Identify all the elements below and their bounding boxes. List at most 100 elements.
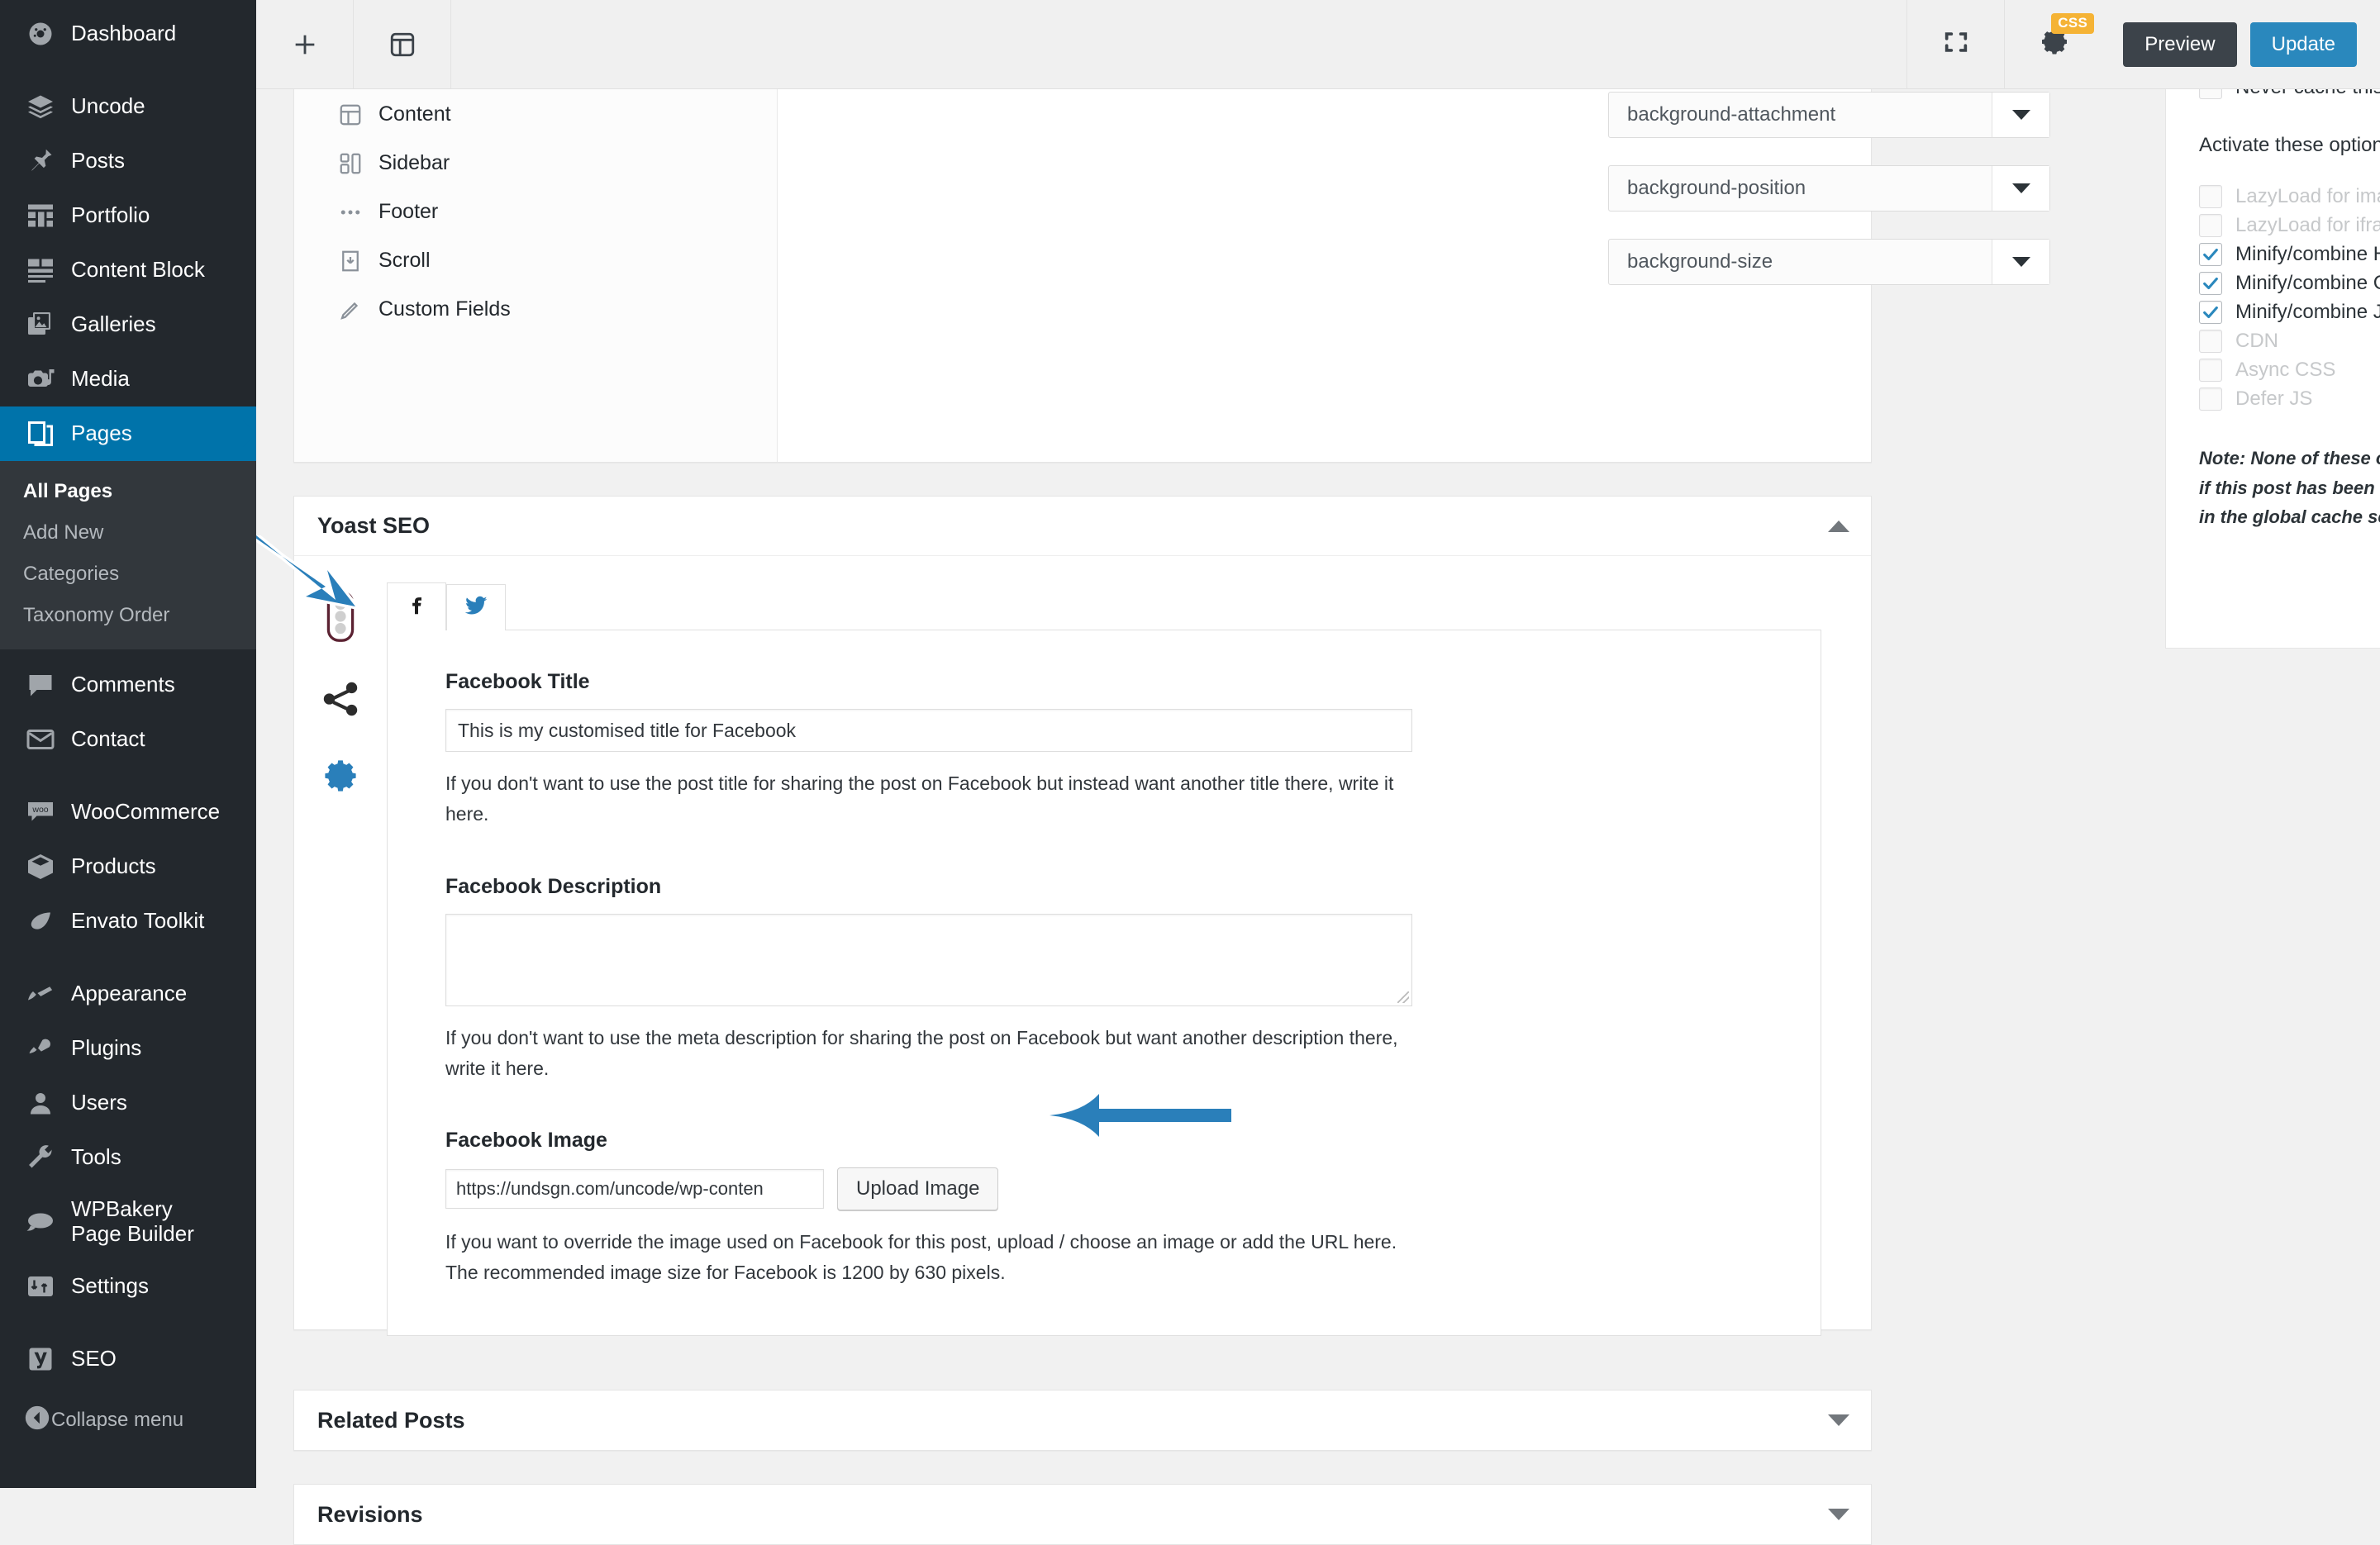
preview-button[interactable]: Preview xyxy=(2123,21,2237,67)
facebook-description-textarea[interactable] xyxy=(445,913,1412,1006)
sidebar-item-label: Appearance xyxy=(71,981,188,1006)
option-minify-html[interactable]: Minify/combine HTML xyxy=(2199,243,2380,266)
sidebar-item-users[interactable]: Users xyxy=(0,1076,256,1130)
checkbox[interactable] xyxy=(2199,387,2222,411)
triangle-down-icon[interactable] xyxy=(1828,1414,1849,1426)
sidebar-item-media[interactable]: Media xyxy=(0,352,256,406)
option-minify-js[interactable]: Minify/combine JS xyxy=(2199,301,2380,324)
select-value: background-position xyxy=(1627,177,1806,199)
background-position-select[interactable]: background-position xyxy=(1608,165,2050,212)
option-label: Minify/combine CSS xyxy=(2235,272,2380,294)
background-size-select[interactable]: background-size xyxy=(1608,239,2050,285)
plus-icon xyxy=(291,31,319,59)
related-posts-header[interactable]: Related Posts xyxy=(294,1390,1871,1450)
checkbox-checked[interactable] xyxy=(2199,243,2222,266)
checkbox[interactable] xyxy=(2199,214,2222,237)
uncode-nav-label: Scroll xyxy=(378,249,431,272)
submenu-item-taxonomy-order[interactable]: Taxonomy Order xyxy=(0,595,256,636)
envato-leaf-icon xyxy=(23,904,58,939)
checkbox-checked[interactable] xyxy=(2199,272,2222,295)
checkbox[interactable] xyxy=(2199,185,2222,208)
collapse-menu-label: Collapse menu xyxy=(51,1409,184,1431)
chevron-down-icon[interactable] xyxy=(1992,240,2049,284)
facebook-tab-panel: Facebook Title If you don't want to use … xyxy=(387,630,1821,1336)
sidebar-item-content-block[interactable]: Content Block xyxy=(0,243,256,297)
upload-image-button[interactable]: Upload Image xyxy=(837,1167,999,1210)
fullscreen-button[interactable] xyxy=(1906,0,2004,89)
facebook-description-label: Facebook Description xyxy=(445,874,662,898)
sidebar-item-settings[interactable]: Settings xyxy=(0,1259,256,1314)
revisions-box: Revisions xyxy=(293,1484,1872,1545)
css-badge: CSS xyxy=(2051,12,2095,34)
sidebar-item-posts[interactable]: Posts xyxy=(0,134,256,188)
submenu-item-add-new[interactable]: Add New xyxy=(0,512,256,554)
sidebar-item-woocommerce[interactable]: woo WooCommerce xyxy=(0,785,256,839)
sidebar-item-plugins[interactable]: Plugins xyxy=(0,1021,256,1076)
triangle-up-icon[interactable] xyxy=(1828,520,1849,532)
option-minify-css[interactable]: Minify/combine CSS xyxy=(2199,272,2380,295)
chevron-down-icon[interactable] xyxy=(1992,93,2049,137)
facebook-image-label: Facebook Image xyxy=(445,1129,607,1152)
sidebar-item-label: Pages xyxy=(71,421,132,446)
yoast-body: Facebook Title If you don't want to use … xyxy=(294,556,1871,1336)
sidebar-item-portfolio[interactable]: Portfolio xyxy=(0,188,256,243)
uncode-nav-scroll[interactable]: Scroll xyxy=(294,236,777,285)
uncode-nav-custom-fields[interactable]: Custom Fields xyxy=(294,285,777,334)
related-posts-box: Related Posts xyxy=(293,1390,1872,1451)
sidebar-item-uncode[interactable]: Uncode xyxy=(0,79,256,134)
yoast-seo-header[interactable]: Yoast SEO xyxy=(294,497,1871,556)
collapse-menu-button[interactable]: Collapse menu xyxy=(0,1395,256,1446)
sidebar-item-comments[interactable]: Comments xyxy=(0,658,256,712)
checkbox[interactable] xyxy=(2199,359,2222,382)
option-lazyload-iframes[interactable]: LazyLoad for iframes/videos xyxy=(2199,214,2380,237)
content-optimization-icon[interactable] xyxy=(322,591,359,642)
facebook-image-url-input[interactable] xyxy=(445,1169,824,1209)
yoast-main: Facebook Title If you don't want to use … xyxy=(387,582,1871,1336)
sidebar-item-pages[interactable]: Pages xyxy=(0,406,256,461)
gear-icon[interactable] xyxy=(321,756,360,796)
submenu-item-all-pages[interactable]: All Pages xyxy=(0,471,256,512)
facebook-image-row: Upload Image xyxy=(445,1167,1771,1210)
sidebar-item-label: Users xyxy=(71,1090,127,1115)
sidebar-item-tools[interactable]: Tools xyxy=(0,1130,256,1185)
uncode-nav-sidebar[interactable]: Sidebar xyxy=(294,139,777,188)
facebook-title-input[interactable] xyxy=(445,709,1412,752)
sidebar-item-contact[interactable]: Contact xyxy=(0,712,256,767)
share-icon[interactable] xyxy=(320,678,361,720)
select-value: background-size xyxy=(1627,250,1773,273)
sidebar-item-appearance[interactable]: Appearance xyxy=(0,967,256,1021)
custom-css-button[interactable]: CSS xyxy=(2004,0,2103,89)
select-value: background-attachment xyxy=(1627,103,1836,126)
facebook-title-label: Facebook Title xyxy=(445,670,590,693)
update-button[interactable]: Update xyxy=(2249,21,2357,67)
chevron-down-icon[interactable] xyxy=(1992,166,2049,211)
background-attachment-select[interactable]: background-attachment xyxy=(1608,92,2050,138)
sidebar-item-galleries[interactable]: Galleries xyxy=(0,297,256,352)
option-cdn[interactable]: CDN xyxy=(2199,330,2380,353)
tab-twitter[interactable] xyxy=(446,584,506,630)
sidebar-item-products[interactable]: Products xyxy=(0,839,256,894)
tab-facebook[interactable] xyxy=(387,582,446,630)
dots-icon xyxy=(336,200,365,225)
triangle-down-icon[interactable] xyxy=(1828,1509,1849,1520)
option-defer-js[interactable]: Defer JS xyxy=(2199,387,2380,411)
sidebar-item-envato-toolkit[interactable]: Envato Toolkit xyxy=(0,894,256,948)
revisions-header[interactable]: Revisions xyxy=(294,1485,1871,1544)
uncode-nav-footer[interactable]: Footer xyxy=(294,188,777,236)
dashboard-icon xyxy=(23,17,58,51)
option-label: Defer JS xyxy=(2235,387,2313,410)
submenu-item-categories[interactable]: Categories xyxy=(0,554,256,595)
option-async-css[interactable]: Async CSS xyxy=(2199,359,2380,382)
checkbox-checked[interactable] xyxy=(2199,301,2222,324)
uncode-nav-content[interactable]: Content xyxy=(294,90,777,139)
resize-grip-icon[interactable] xyxy=(1397,991,1409,1003)
add-block-button[interactable] xyxy=(256,0,354,88)
sidebar-item-dashboard[interactable]: Dashboard xyxy=(0,7,256,61)
editor-main: Content Sidebar Footer Scroll Custom Fie… xyxy=(256,0,2380,1545)
checkbox[interactable] xyxy=(2199,330,2222,353)
yoast-seo-box: Yoast SEO Facebook Title This is my cust… xyxy=(293,496,1872,1336)
layout-toggle-button[interactable] xyxy=(354,0,451,88)
sidebar-item-seo[interactable]: SEO xyxy=(0,1332,256,1386)
sidebar-item-wpbakery-page-builder[interactable]: WPBakery Page Builder xyxy=(0,1185,256,1259)
option-lazyload-images[interactable]: LazyLoad for images xyxy=(2199,185,2380,208)
